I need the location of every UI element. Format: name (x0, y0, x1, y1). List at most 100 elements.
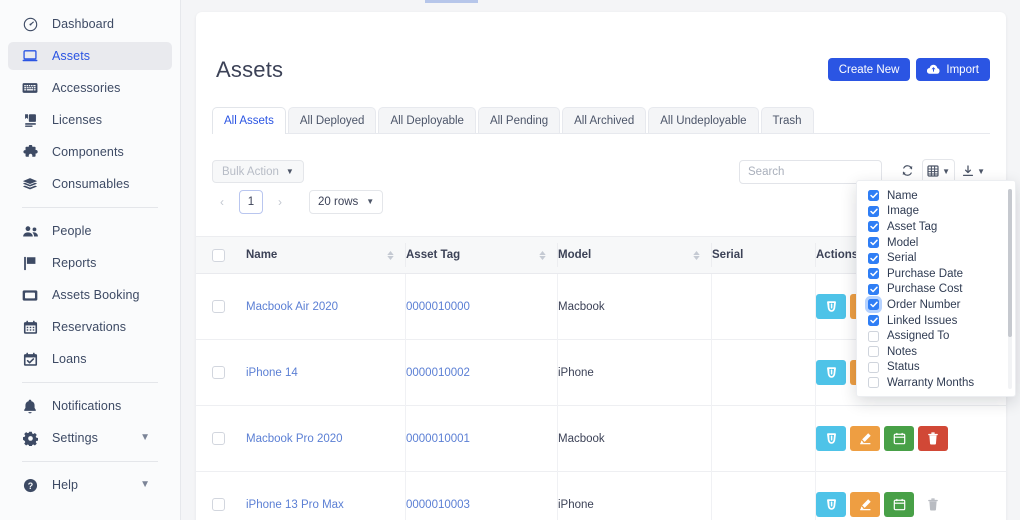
sidebar-item-reports[interactable]: Reports (8, 249, 172, 277)
tab-label: All Undeployable (660, 115, 746, 127)
sidebar-item-settings[interactable]: Settings▼ (8, 424, 172, 452)
column-option-checkbox[interactable] (868, 253, 879, 264)
book-action[interactable] (884, 426, 914, 451)
sidebar-item-reservations[interactable]: Reservations (8, 313, 172, 341)
import-button[interactable]: Import (916, 58, 990, 81)
asset-tag-link[interactable]: 0000010002 (406, 367, 470, 379)
column-header-serial[interactable]: Serial (712, 236, 816, 274)
column-option-purchase-date[interactable]: Purchase Date (857, 266, 1015, 282)
checkout-action[interactable] (816, 426, 846, 451)
sidebar-item-assets[interactable]: Assets (8, 42, 172, 70)
column-option-notes[interactable]: Notes (857, 344, 1015, 360)
asset-tag-link[interactable]: 0000010001 (406, 433, 470, 445)
row-select-checkbox[interactable] (212, 366, 225, 379)
column-option-checkbox[interactable] (868, 237, 879, 248)
sort-toggle-icon[interactable] (693, 251, 700, 260)
sidebar-item-loans[interactable]: Loans (8, 345, 172, 373)
sidebar-item-label: Assets (52, 49, 90, 63)
column-option-checkbox[interactable] (868, 315, 879, 326)
edit-action[interactable] (850, 426, 880, 451)
edit-action[interactable] (850, 492, 880, 517)
column-option-checkbox[interactable] (868, 206, 879, 217)
select-all-checkbox[interactable] (212, 249, 225, 262)
row-action-group (816, 492, 948, 517)
sidebar-item-components[interactable]: Components (8, 138, 172, 166)
column-option-warranty-months[interactable]: Warranty Months (857, 375, 1015, 391)
column-option-model[interactable]: Model (857, 235, 1015, 251)
cell-model: iPhone (558, 340, 712, 406)
tab-trash[interactable]: Trash (761, 107, 814, 134)
column-option-order-number[interactable]: Order Number (857, 297, 1015, 313)
sidebar-item-label: Accessories (52, 81, 120, 95)
column-option-checkbox[interactable] (868, 377, 879, 388)
asset-name-link[interactable]: Macbook Air 2020 (246, 301, 338, 313)
cell-serial (712, 406, 816, 472)
sidebar-item-assets-booking[interactable]: Assets Booking (8, 281, 172, 309)
column-option-name[interactable]: Name (857, 188, 1015, 204)
trash-icon (927, 432, 939, 445)
column-header-name[interactable]: Name (246, 236, 406, 274)
column-option-checkbox[interactable] (868, 362, 879, 373)
column-option-label: Notes (887, 346, 917, 358)
table-row: iPhone 13 Pro Max0000010003iPhone (196, 472, 1006, 520)
asset-tag-link[interactable]: 0000010000 (406, 301, 470, 313)
row-select-checkbox[interactable] (212, 432, 225, 445)
column-option-checkbox[interactable] (868, 284, 879, 295)
checkout-action[interactable] (816, 294, 846, 319)
column-option-serial[interactable]: Serial (857, 250, 1015, 266)
tab-all-deployed[interactable]: All Deployed (288, 107, 377, 134)
gauge-icon (20, 15, 40, 33)
sidebar-item-accessories[interactable]: Accessories (8, 74, 172, 102)
sort-toggle-icon[interactable] (539, 251, 546, 260)
sidebar-item-notifications[interactable]: Notifications (8, 392, 172, 420)
column-option-checkbox[interactable] (868, 299, 879, 310)
sidebar-item-dashboard[interactable]: Dashboard (8, 10, 172, 38)
column-option-checkbox[interactable] (868, 346, 879, 357)
tab-all-archived[interactable]: All Archived (562, 107, 646, 134)
column-option-label: Order Number (887, 299, 961, 311)
column-option-assigned-to[interactable]: Assigned To (857, 328, 1015, 344)
column-option-purchase-cost[interactable]: Purchase Cost (857, 282, 1015, 298)
prev-page-button[interactable]: ‹ (212, 190, 232, 214)
tab-all-assets[interactable]: All Assets (212, 107, 286, 134)
row-select-checkbox[interactable] (212, 498, 225, 511)
column-option-checkbox[interactable] (868, 221, 879, 232)
column-option-checkbox[interactable] (868, 331, 879, 342)
next-page-button[interactable]: › (270, 190, 290, 214)
create-new-button[interactable]: Create New (828, 58, 911, 81)
column-option-image[interactable]: Image (857, 204, 1015, 220)
sidebar-item-people[interactable]: People (8, 217, 172, 245)
row-select-checkbox[interactable] (212, 300, 225, 313)
asset-name-link[interactable]: Macbook Pro 2020 (246, 433, 343, 445)
checkout-action[interactable] (816, 360, 846, 385)
column-option-linked-issues[interactable]: Linked Issues (857, 313, 1015, 329)
tab-all-pending[interactable]: All Pending (478, 107, 560, 134)
sidebar: Dashboard Assets Accessories Licenses Compon… (0, 0, 181, 520)
column-option-checkbox[interactable] (868, 190, 879, 201)
book-action[interactable] (884, 492, 914, 517)
bulk-action-dropdown[interactable]: Bulk Action ▼ (212, 160, 304, 183)
sidebar-item-help[interactable]: ?Help▼ (8, 471, 172, 499)
bell-icon (20, 397, 40, 415)
sidebar-item-licenses[interactable]: Licenses (8, 106, 172, 134)
page-number-1[interactable]: 1 (239, 190, 263, 214)
column-header-asset-tag[interactable]: Asset Tag (406, 236, 558, 274)
column-option-asset-tag[interactable]: Asset Tag (857, 219, 1015, 235)
sort-toggle-icon[interactable] (387, 251, 394, 260)
column-option-checkbox[interactable] (868, 268, 879, 279)
tab-all-undeployable[interactable]: All Undeployable (648, 107, 758, 134)
asset-name-link[interactable]: iPhone 13 Pro Max (246, 499, 344, 511)
rows-per-page-select[interactable]: 20 rows ▼ (309, 190, 383, 214)
column-option-label: Purchase Cost (887, 283, 962, 295)
tab-all-deployable[interactable]: All Deployable (378, 107, 476, 134)
pencil-icon (859, 432, 872, 445)
asset-name-link[interactable]: iPhone 14 (246, 367, 298, 379)
sidebar-item-consumables[interactable]: Consumables (8, 170, 172, 198)
chevron-down-icon: ▼ (140, 433, 150, 443)
checkout-action[interactable] (816, 492, 846, 517)
column-option-status[interactable]: Status (857, 360, 1015, 376)
asset-tag-link[interactable]: 0000010003 (406, 499, 470, 511)
column-header-label: Serial (712, 249, 743, 261)
delete-action[interactable] (918, 426, 948, 451)
column-header-model[interactable]: Model (558, 236, 712, 274)
